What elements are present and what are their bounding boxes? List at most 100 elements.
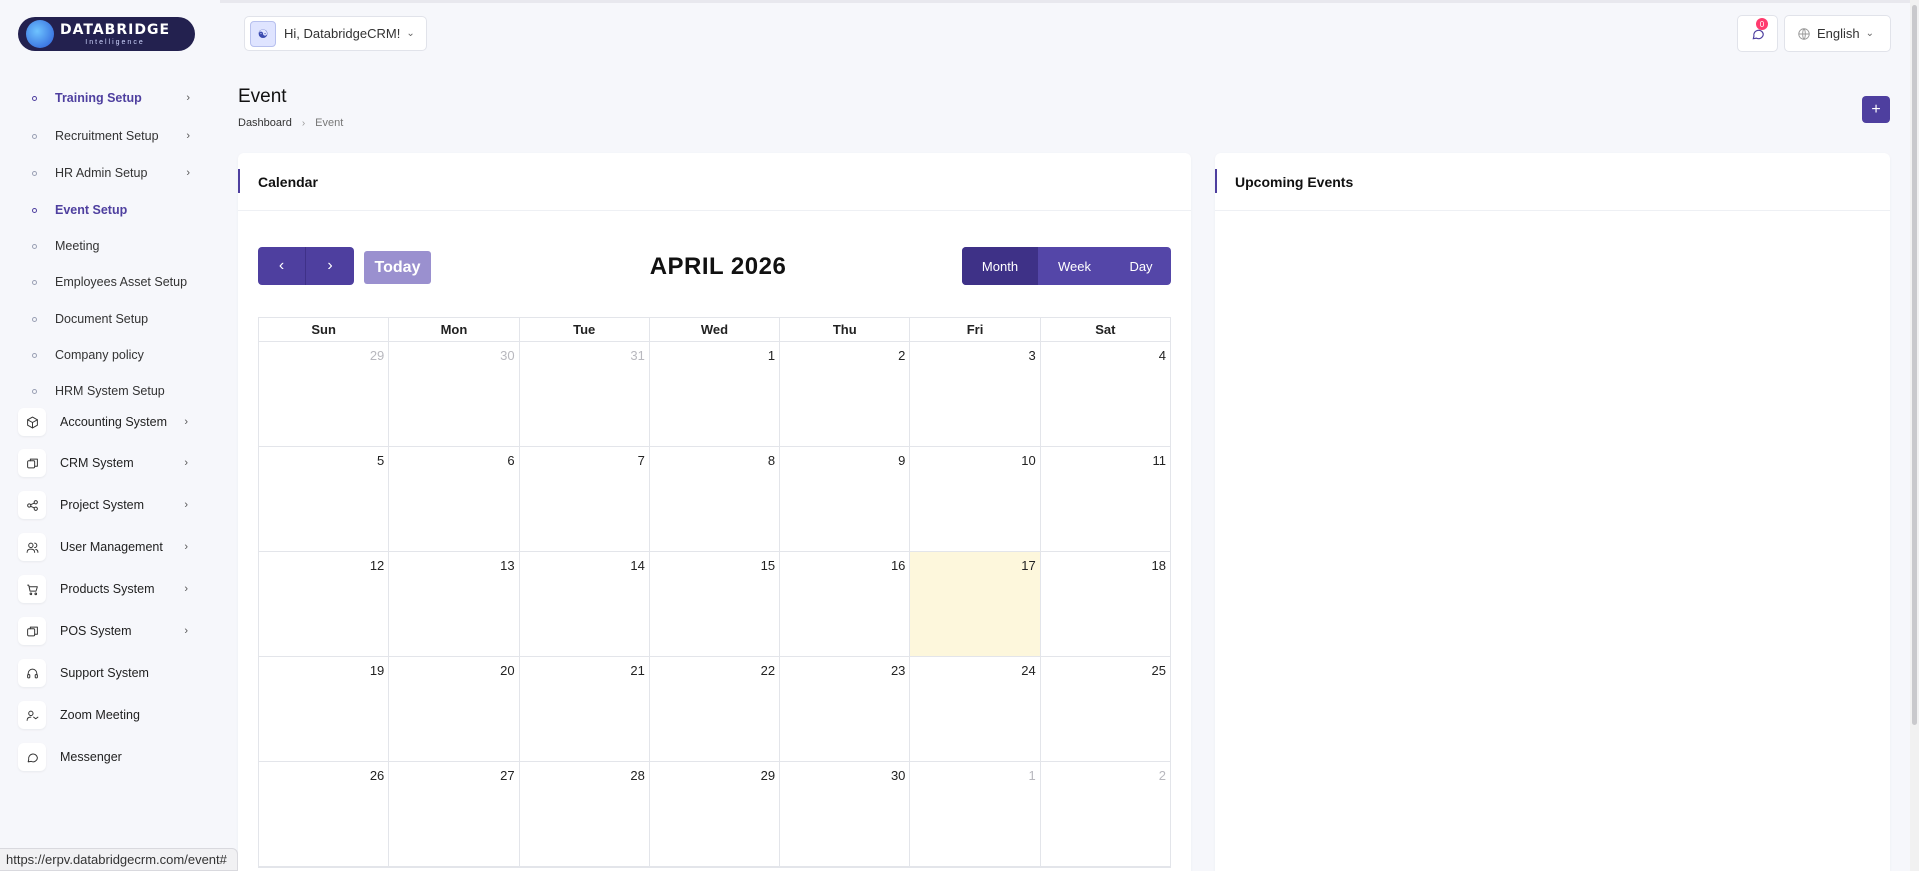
sidebar-subitem-hr-admin-setup[interactable]: HR Admin Setup ›	[30, 163, 200, 183]
day-number: 7	[637, 453, 645, 468]
calendar-day[interactable]: 26	[259, 762, 390, 866]
calendar-day[interactable]: 28	[520, 762, 650, 866]
sidebar-item-project-system[interactable]: Project System ›	[18, 489, 198, 521]
sidebar-subitem-company-policy[interactable]: Company policy	[30, 345, 200, 365]
upcoming-events-header: Upcoming Events	[1215, 153, 1890, 211]
bullet-icon	[32, 95, 37, 101]
calendar-day[interactable]: 11	[1041, 447, 1170, 551]
next-month-button[interactable]: ›	[306, 247, 354, 285]
calendar-day[interactable]: 30	[780, 762, 911, 866]
day-number: 1	[1028, 768, 1036, 783]
user-menu-button[interactable]: ☯ Hi, DatabridgeCRM! ⌄	[244, 16, 427, 51]
day-number: 25	[1151, 663, 1166, 678]
breadcrumb-dashboard-link[interactable]: Dashboard	[238, 117, 292, 129]
sidebar-item-messenger[interactable]: Messenger	[18, 741, 198, 773]
view-week-button[interactable]: Week	[1038, 247, 1111, 285]
sidebar-item-products-system[interactable]: Products System ›	[18, 573, 198, 605]
calendar-day[interactable]: 14	[520, 552, 650, 656]
logo-subtitle: Intelligence	[85, 38, 145, 46]
calendar-day[interactable]: 1	[650, 342, 781, 446]
calendar-day[interactable]: 29	[259, 342, 390, 446]
calendar-day[interactable]: 20	[389, 657, 520, 761]
upcoming-events-card: Upcoming Events	[1215, 153, 1890, 871]
calendar-day[interactable]: 1	[910, 762, 1041, 866]
day-number: 23	[890, 663, 906, 678]
page-scrollbar-thumb[interactable]	[1912, 5, 1917, 725]
sidebar-subitem-event-setup[interactable]: Event Setup	[30, 200, 200, 220]
calendar-day[interactable]: 12	[259, 552, 390, 656]
day-number: 14	[630, 558, 645, 573]
add-event-button[interactable]: +	[1862, 96, 1890, 123]
chevron-down-icon: ⌄	[1865, 28, 1875, 39]
sidebar-item-crm-system[interactable]: CRM System ›	[18, 447, 198, 479]
calendar-day[interactable]: 9	[780, 447, 911, 551]
calendar-day[interactable]: 13	[389, 552, 520, 656]
sidebar-subitem-recruitment-setup[interactable]: Recruitment Setup ›	[30, 126, 200, 146]
sidebar-subitem-label: Recruitment Setup	[55, 129, 159, 143]
calendar-day[interactable]: 19	[259, 657, 390, 761]
view-month-button[interactable]: Month	[962, 247, 1038, 285]
calendar-day[interactable]: 30	[389, 342, 520, 446]
calendar-day[interactable]: 25	[1041, 657, 1170, 761]
sidebar-item-pos-system[interactable]: POS System ›	[18, 615, 198, 647]
chevron-right-icon: ›	[327, 257, 333, 274]
calendar-day[interactable]: 29	[650, 762, 781, 866]
day-number: 20	[500, 663, 515, 678]
calendar-day[interactable]: 27	[389, 762, 520, 866]
calendar-day[interactable]: 5	[259, 447, 390, 551]
sidebar-subitem-label: Employees Asset Setup	[55, 275, 188, 289]
sidebar-item-label: POS System	[60, 624, 132, 638]
calendar-day[interactable]: 8	[650, 447, 781, 551]
calendar-day[interactable]: 16	[780, 552, 911, 656]
calendar-day[interactable]: 3	[910, 342, 1041, 446]
language-selector[interactable]: English ⌄	[1784, 15, 1891, 52]
bullet-icon	[32, 279, 37, 285]
avatar: ☯	[250, 20, 276, 47]
bullet-icon	[32, 133, 37, 139]
calendar-day[interactable]: 4	[1041, 342, 1170, 446]
breadcrumb-current: Event	[315, 117, 344, 129]
calendar-day[interactable]: 2	[1041, 762, 1170, 866]
prev-month-button[interactable]: ‹	[258, 247, 306, 285]
page-title: Event	[238, 86, 287, 107]
sidebar-subitem-meeting[interactable]: Meeting	[30, 236, 200, 256]
calendar-day[interactable]: 15	[650, 552, 781, 656]
calendar-day[interactable]: 23	[780, 657, 911, 761]
calendar-day[interactable]: 21	[520, 657, 650, 761]
calendar-day[interactable]: 18	[1041, 552, 1170, 656]
sidebar-subitem-label: Document Setup	[55, 312, 149, 326]
logo[interactable]: DATABRIDGE Intelligence	[18, 17, 195, 51]
sidebar-subitem-hrm-system-setup[interactable]: HRM System Setup	[30, 381, 200, 401]
calendar-day[interactable]: 24	[910, 657, 1041, 761]
weekday-thu: Thu	[780, 318, 911, 341]
sidebar-subitem-document-setup[interactable]: Document Setup	[30, 309, 200, 329]
calendar-month-label: APRIL 2026	[649, 253, 787, 280]
calendar-day[interactable]: 2	[780, 342, 911, 446]
sidebar-item-support-system[interactable]: Support System	[18, 657, 198, 689]
calendar-day[interactable]: 22	[650, 657, 781, 761]
sidebar-item-accounting-system[interactable]: Accounting System ›	[18, 406, 198, 438]
calendar-grid: Sun Mon Tue Wed Thu Fri Sat 29 30 31 1 2 3 4 5 6 7 8 9 10 1…	[258, 317, 1171, 868]
sidebar-subitem-label: Meeting	[55, 239, 100, 253]
calendar-card: Calendar ‹ › Today APRIL 2026 Month Week D…	[238, 153, 1191, 871]
sidebar-item-label: CRM System	[60, 456, 134, 470]
sidebar-subitem-training-setup[interactable]: Training Setup ›	[30, 88, 200, 108]
chevron-right-icon: ›	[186, 167, 190, 179]
notifications-button[interactable]: 0	[1737, 15, 1778, 52]
sidebar-item-label: Zoom Meeting	[60, 708, 140, 722]
chevron-right-icon: ›	[184, 583, 188, 595]
today-button[interactable]: Today	[364, 251, 431, 284]
sidebar-item-user-management[interactable]: User Management ›	[18, 531, 198, 563]
day-number: 2	[1158, 768, 1166, 783]
calendar-day-today[interactable]: 17	[910, 552, 1041, 656]
view-day-button[interactable]: Day	[1111, 247, 1171, 285]
headset-icon	[18, 659, 46, 687]
sidebar-subitem-employees-asset-setup[interactable]: Employees Asset Setup	[30, 272, 200, 292]
calendar-day[interactable]: 7	[520, 447, 650, 551]
calendar-day[interactable]: 31	[520, 342, 650, 446]
calendar-day[interactable]: 6	[389, 447, 520, 551]
user-greeting: Hi, DatabridgeCRM!	[284, 26, 401, 41]
chevron-right-icon: ›	[301, 117, 306, 129]
sidebar-item-zoom-meeting[interactable]: Zoom Meeting	[18, 699, 198, 731]
calendar-day[interactable]: 10	[910, 447, 1041, 551]
